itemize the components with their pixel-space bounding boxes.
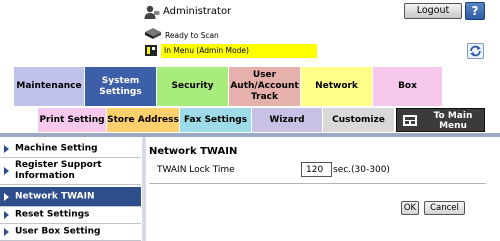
tab-label: System Settings — [99, 75, 142, 97]
refresh-icon — [470, 45, 481, 57]
subtab-fax-settings[interactable]: Fax Settings — [180, 108, 252, 132]
main-menu-icon — [403, 115, 417, 126]
mode-banner: In Menu (Admin Mode) — [161, 44, 317, 58]
sidebar-item-user-box-setting[interactable]: User Box Setting — [0, 224, 141, 241]
twain-lock-time-unit: sec.(30-300) — [333, 165, 390, 175]
header-divider — [0, 133, 500, 137]
logout-button[interactable]: Logout — [404, 3, 462, 19]
admin-mode-icon — [145, 45, 157, 56]
subtab-label: Wizard — [269, 115, 305, 125]
cancel-button[interactable]: Cancel — [424, 201, 465, 215]
sidebar-item-machine-setting[interactable]: Machine Setting — [0, 141, 141, 158]
arrow-right-icon — [4, 167, 9, 175]
subtab-label: Store Address — [107, 115, 179, 125]
sidebar-item-label: Register Support Information — [15, 160, 102, 181]
sidebar-item-label: Reset Settings — [15, 209, 90, 220]
sidebar-item-register-support-information[interactable]: Register Support Information — [0, 158, 141, 185]
twain-lock-time-label: TWAIN Lock Time — [157, 165, 235, 175]
twain-lock-time-input[interactable] — [301, 162, 332, 177]
tab-label: Network — [315, 81, 358, 91]
sidebar-item-label: User Box Setting — [15, 226, 101, 237]
tab-network[interactable]: Network — [301, 67, 373, 106]
content-divider — [149, 183, 486, 184]
subtab-label: Print Setting — [39, 115, 105, 125]
tab-box[interactable]: Box — [373, 67, 443, 106]
tab-label: Box — [398, 81, 417, 91]
status-label: Ready to Scan — [165, 31, 219, 40]
arrow-right-icon — [4, 192, 9, 201]
subtab-wizard[interactable]: Wizard — [252, 108, 323, 132]
help-button[interactable]: ? — [465, 2, 485, 20]
subtab-store-address[interactable]: Store Address — [107, 108, 180, 132]
to-main-menu-button[interactable]: To Main Menu — [396, 108, 485, 132]
administrator-label: Administrator — [163, 6, 232, 17]
sidebar-item-network-twain[interactable]: Network TWAIN — [0, 187, 141, 207]
sidebar-item-label: Network TWAIN — [15, 191, 95, 201]
subtab-label: Fax Settings — [183, 115, 248, 125]
tab-security[interactable]: Security — [157, 67, 229, 106]
tab-maintenance[interactable]: Maintenance — [14, 67, 85, 106]
tab-label: Security — [171, 81, 214, 91]
arrow-right-icon — [4, 211, 9, 219]
tab-label: Maintenance — [16, 81, 82, 91]
ok-button[interactable]: OK — [401, 201, 419, 215]
arrow-right-icon — [4, 228, 9, 236]
refresh-button[interactable] — [467, 43, 484, 59]
sidebar-item-label: Machine Setting — [15, 143, 98, 154]
subtab-label: Customize — [332, 115, 385, 125]
sidebar-item-reset-settings[interactable]: Reset Settings — [0, 207, 141, 224]
page-title: Network TWAIN — [149, 146, 238, 157]
tab-label: User Auth/Account Track — [230, 70, 299, 102]
scanner-icon — [145, 28, 161, 39]
tab-user-auth-account-track[interactable]: User Auth/Account Track — [229, 67, 301, 106]
sidebar-separator — [142, 137, 146, 241]
administrator-icon — [144, 5, 160, 19]
to-main-menu-label: To Main Menu — [433, 111, 473, 131]
arrow-right-icon — [4, 145, 9, 153]
subtab-customize[interactable]: Customize — [323, 108, 395, 132]
tab-system-settings[interactable]: System Settings — [85, 67, 157, 106]
subtab-print-setting[interactable]: Print Setting — [38, 108, 107, 132]
